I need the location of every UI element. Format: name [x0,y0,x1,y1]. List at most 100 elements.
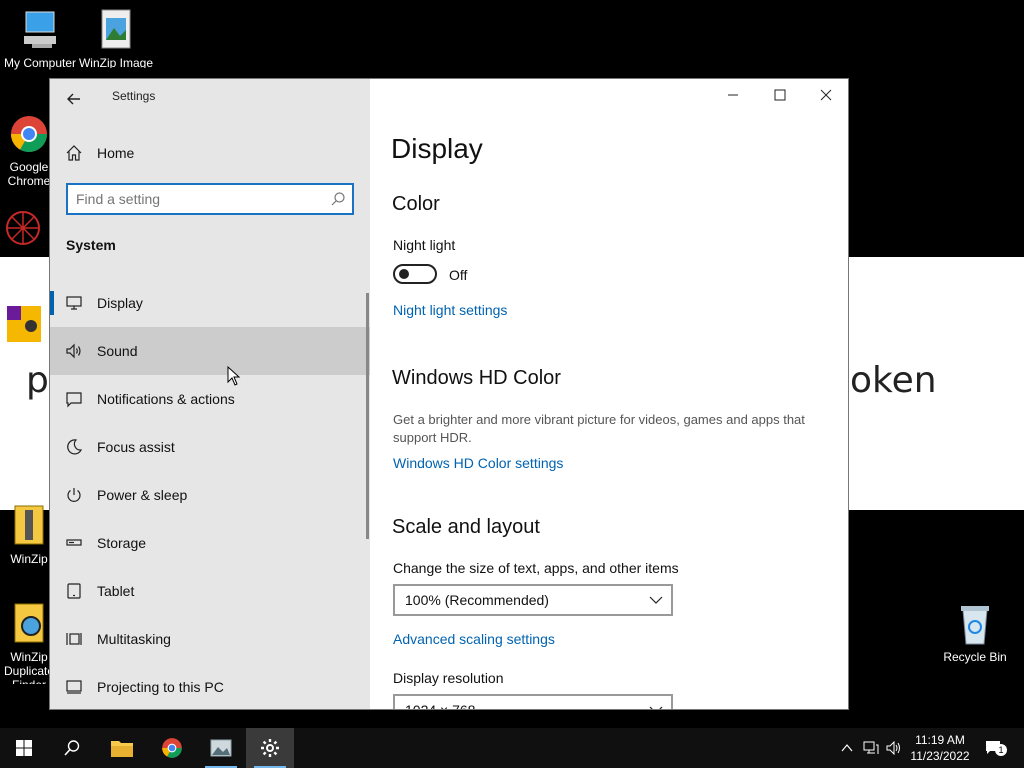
desktop-icon-game[interactable] [0,302,50,350]
winzip-icon [7,504,51,548]
scale-size-label: Change the size of text, apps, and other… [393,560,679,576]
background-text: oken [850,360,937,401]
sidebar: Settings Home System Display [50,79,370,709]
search-icon [64,740,80,756]
main-content: Display Color Night light Off Night ligh… [370,79,848,710]
hd-color-description: Get a brighter and more vibrant picture … [393,412,805,445]
clock-date: 11/23/2022 [910,749,970,763]
moon-icon [64,437,84,457]
maximize-icon [774,89,786,101]
monitor-icon [64,293,84,313]
winzip-image-icon [94,8,138,52]
clock[interactable]: 11:19 AM 11/23/2022 [904,732,976,764]
toggle-knob [399,269,409,279]
folder-icon [111,741,133,757]
chrome-taskbar-button[interactable] [148,728,196,768]
projecting-icon [64,677,84,697]
scale-dropdown[interactable]: 100% (Recommended) [393,584,673,616]
close-button[interactable] [803,79,848,111]
sidebar-item-tablet[interactable]: Tablet [50,567,370,615]
section-heading-hd-color: Windows HD Color [392,367,561,389]
chrome-icon [7,112,51,156]
desktop-icon-my-computer[interactable]: My Computer [0,8,80,70]
taskbar: 11:19 AM 11/23/2022 1 [0,728,1024,768]
windows-icon [16,740,32,756]
settings-taskbar-button[interactable] [246,728,294,768]
network-icon [863,741,879,754]
sidebar-item-notifications[interactable]: Notifications & actions [50,375,370,423]
sidebar-item-home[interactable]: Home [64,141,134,165]
desktop-icon-label: WinZip Image Manager [78,56,154,68]
search-input[interactable] [76,190,316,208]
desktop-icon-recycle-bin[interactable]: Recycle Bin [935,602,1015,664]
chevron-down-icon [649,706,663,709]
speaker-icon [64,341,84,361]
tablet-icon [64,581,84,601]
sidebar-nav: Display Sound Notifications & actions Fo… [50,279,370,709]
night-light-settings-link[interactable]: Night light settings [393,302,507,318]
chevron-up-icon [841,744,853,752]
clock-time: 11:19 AM [915,733,965,747]
gear-icon [261,739,279,757]
sidebar-item-display[interactable]: Display [50,279,370,327]
recycle-bin-icon [953,602,997,646]
night-light-state: Off [449,267,468,283]
desktop-icon-label: Recycle Bin [943,650,1007,664]
sidebar-item-label: Tablet [97,583,135,599]
desktop-icon-app[interactable] [0,206,50,254]
speaker-icon [886,741,900,755]
volume-button[interactable] [884,728,904,768]
desktop-icon-winzip-image[interactable]: WinZip Image Manager [76,8,156,68]
sidebar-item-label: Focus assist [97,439,175,455]
winzip-duplicate-icon [7,602,51,646]
page-title: Display [391,133,483,164]
app-icon [1,206,45,250]
file-explorer-button[interactable] [98,728,146,768]
advanced-scaling-link[interactable]: Advanced scaling settings [393,631,555,647]
minimize-button[interactable] [710,79,756,111]
notification-icon [64,389,84,409]
search-box[interactable] [66,183,354,215]
resolution-dropdown[interactable]: 1024 × 768 [393,694,673,710]
sidebar-item-label: Projecting to this PC [97,679,224,695]
window-title: Settings [112,89,156,103]
sidebar-item-label: Notifications & actions [97,391,235,407]
notification-count-badge: 1 [995,744,1007,756]
desktop-icon-label: My Computer [3,56,77,70]
sidebar-item-power-sleep[interactable]: Power & sleep [50,471,370,519]
section-heading-scale: Scale and layout [392,516,540,538]
search-button[interactable] [48,728,96,768]
show-hidden-icons-button[interactable] [838,728,856,768]
sidebar-item-label: Power & sleep [97,487,188,503]
action-center-button[interactable]: 1 [980,728,1008,768]
chrome-icon [162,738,182,758]
section-heading-color: Color [392,193,440,215]
sidebar-item-label: Storage [97,535,147,551]
sidebar-item-focus-assist[interactable]: Focus assist [50,423,370,471]
chevron-down-icon [649,596,663,604]
close-icon [820,89,832,101]
settings-window: Settings Home System Display [49,78,849,710]
game-icon [1,302,45,346]
maximize-button[interactable] [757,79,803,111]
image-manager-taskbar-button[interactable] [197,728,245,768]
sidebar-item-sound[interactable]: Sound [50,327,370,375]
home-label: Home [97,145,135,161]
resolution-dropdown-value: 1024 × 768 [405,702,476,710]
start-button[interactable] [0,728,48,768]
night-light-toggle[interactable] [393,264,437,284]
sidebar-scrollbar[interactable] [366,293,369,539]
mouse-cursor-icon [227,366,241,386]
computer-icon [18,8,62,52]
sidebar-item-storage[interactable]: Storage [50,519,370,567]
sidebar-item-projecting[interactable]: Projecting to this PC [50,663,370,709]
hd-color-settings-link[interactable]: Windows HD Color settings [393,455,563,471]
search-icon[interactable] [330,191,346,207]
sidebar-item-label: Display [97,295,143,311]
sidebar-item-label: Sound [97,343,138,359]
power-icon [64,485,84,505]
night-light-label: Night light [393,237,456,253]
network-button[interactable] [860,728,882,768]
back-arrow-icon[interactable] [62,87,86,111]
sidebar-item-multitasking[interactable]: Multitasking [50,615,370,663]
